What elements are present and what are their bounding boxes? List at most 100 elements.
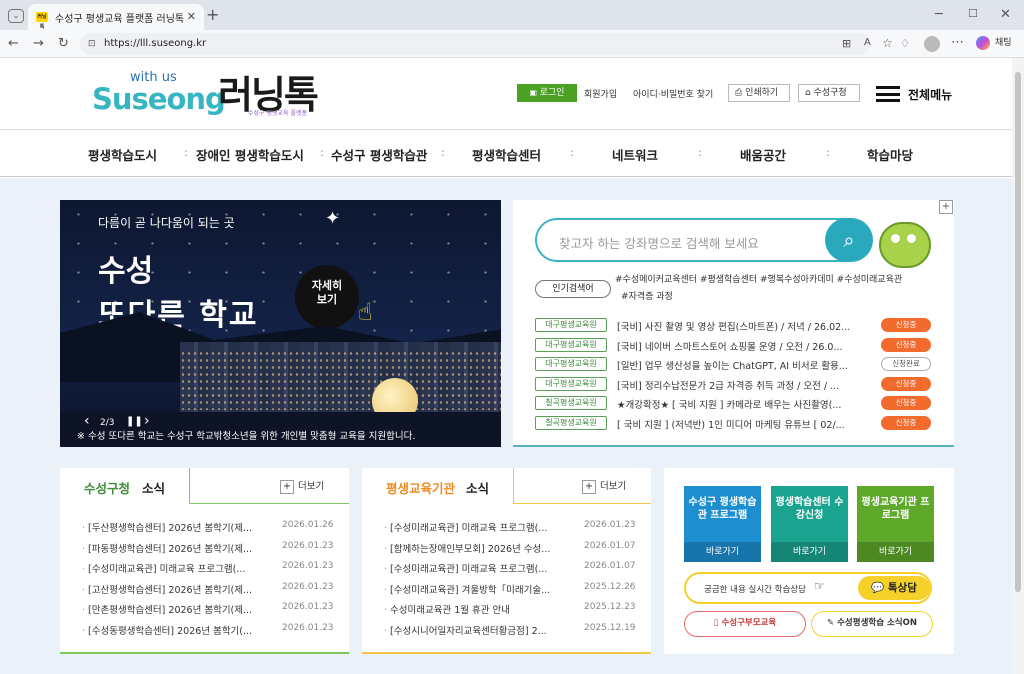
news-item[interactable]: · [수성미래교육관] 미래교육 프로그램(... 2026.01.23 — [82, 561, 342, 575]
quick-link-title: 평생학습센터 수강신청 — [775, 497, 844, 521]
news-org-more[interactable]: + 더보기 — [582, 478, 626, 494]
notifications-icon[interactable]: ♢ — [900, 38, 910, 49]
favorites-icon[interactable]: ☆ — [882, 37, 893, 49]
maximize-icon[interactable]: ☐ — [968, 8, 978, 19]
news-title[interactable]: 수성미래교육관 1월 휴관 안내 — [390, 605, 510, 616]
news-item[interactable]: · [파동평생학습센터] 2026년 봄학기(제... 2026.01.23 — [82, 541, 342, 555]
login-icon: ▣ — [529, 88, 540, 97]
news-title[interactable]: [두산평생학습센터] 2026년 봄학기(제... — [88, 523, 252, 534]
news-title[interactable]: [수성미래교육관] 미래교육 프로그램(... — [88, 564, 245, 575]
nav-item-city[interactable]: 평생학습도시 — [88, 145, 157, 164]
minimize-icon[interactable]: ─ — [935, 8, 943, 21]
search-input[interactable]: 찾고자 하는 강좌명으로 검색해 보세요 — [535, 218, 865, 262]
course-title[interactable]: ★개강확정★ [ 국비 지원 ] 카메라로 배우는 사진촬영(... — [617, 397, 875, 411]
extensions-icon[interactable]: ⊞ — [842, 38, 851, 49]
favicon-icon: 러닝톡 — [36, 12, 48, 30]
nav-item-network[interactable]: 네트워크 — [612, 145, 658, 164]
news-gu-more[interactable]: + 더보기 — [280, 478, 324, 494]
plus-icon: + — [280, 480, 294, 494]
news-item[interactable]: · [두산평생학습센터] 2026년 봄학기(제... 2026.01.26 — [82, 520, 342, 534]
pointer-hand-icon: ☝ — [358, 298, 373, 326]
main-banner[interactable]: ✦ 다름이 곧 나다움이 되는 곳 수성 또다른 학교 자세히 보기 ☝ ‹ 2… — [60, 200, 501, 447]
close-tab-icon[interactable]: ✕ — [187, 10, 196, 23]
browser-tab[interactable]: 러닝톡 수성구 평생교육 플랫폼 러닝톡 ✕ — [28, 4, 204, 30]
kakao-talk-button[interactable]: 💬 톡상담 — [858, 576, 930, 600]
all-menu-button[interactable]: 전체메뉴 — [876, 84, 956, 104]
news-item[interactable]: · [수성미래교육관] 미래교육 프로그램(... 2026.01.23 — [384, 520, 644, 534]
close-window-icon[interactable]: ✕ — [1000, 8, 1011, 21]
reload-icon[interactable]: ↻ — [58, 37, 69, 50]
search-button[interactable]: ⌕ — [825, 218, 873, 262]
news-item[interactable]: · [만촌평생학습센터] 2026년 봄학기(제... 2026.01.23 — [82, 602, 342, 616]
nav-separator: : — [698, 146, 702, 159]
quick-link-button[interactable]: 평생학습센터 수강신청바로가기 — [771, 486, 848, 562]
course-title[interactable]: [국비] 정리수납전문가 2급 자격증 취득 과정 / 오전 / ... — [617, 378, 875, 392]
course-title[interactable]: [국비] 네이버 스마트스토어 쇼핑몰 운영 / 오전 / 26.0... — [617, 339, 875, 353]
news-title[interactable]: [수성미래교육관] 미래교육 프로그램(... — [390, 523, 547, 534]
popular-keywords-2[interactable]: #자격증 과정 — [621, 289, 673, 302]
kakao-consult-bar[interactable]: 궁금한 내용 실시간 학습상담 ☞ 💬 톡상담 — [684, 572, 932, 604]
news-item[interactable]: · [수성미래교육관] 겨울방학「미래기술... 2025.12.26 — [384, 582, 644, 596]
next-slide-icon[interactable]: › — [144, 413, 150, 429]
news-item[interactable]: · 수성미래교육관 1월 휴관 안내 2025.12.23 — [384, 602, 644, 616]
nav-item-madang[interactable]: 학습마당 — [867, 145, 913, 164]
parent-edu-button[interactable]: ▯ 수성구부모교육 — [684, 611, 806, 637]
scrollbar-thumb[interactable] — [1015, 72, 1021, 592]
news-title[interactable]: [수성미래교육관] 미래교육 프로그램(... — [390, 564, 547, 575]
nav-item-learning-center[interactable]: 평생학습센터 — [472, 145, 541, 164]
more-icon[interactable]: ⋯ — [951, 36, 964, 49]
print-icon: ⎙ — [735, 88, 746, 98]
news-item[interactable]: · [수성미래교육관] 미래교육 프로그램(... 2026.01.07 — [384, 561, 644, 575]
news-item[interactable]: · [수성시니어일자리교육센터황금점] 2... 2025.12.19 — [384, 623, 644, 637]
news-gu-more-label: 더보기 — [298, 481, 325, 492]
prev-slide-icon[interactable]: ‹ — [84, 413, 90, 429]
news-title[interactable]: [함께하는장애인부모회] 2026년 수성... — [390, 544, 550, 555]
news-on-button[interactable]: ✎ 수성평생학습 소식ON — [811, 611, 933, 637]
nav-item-disabled-city[interactable]: 장애인 평생학습도시 — [196, 145, 304, 164]
quick-link-button[interactable]: 수성구 평생학습관 프로그램 바로가기 — [684, 486, 761, 562]
find-id-link[interactable]: 아이디·비밀번호 찾기 — [633, 87, 713, 100]
quick-link-go: 바로가기 — [771, 542, 848, 562]
news-title[interactable]: [고산평생학습센터] 2026년 봄학기(제... — [88, 585, 252, 596]
quick-link-title: 수성구 평생학습관 프로그램 — [688, 497, 757, 521]
news-date: 2025.12.23 — [584, 602, 636, 612]
print-button[interactable]: ⎙ 인쇄하기 — [728, 84, 790, 102]
pause-icon[interactable]: ❚❚ — [126, 416, 143, 427]
pencil-icon: ✎ — [827, 618, 838, 628]
forward-icon[interactable]: → — [33, 37, 44, 50]
site-info-icon[interactable]: ⊡ — [88, 33, 96, 55]
panel-expand-icon[interactable]: + — [939, 200, 953, 214]
quick-link-button[interactable]: 평생교육기관 프로그램 바로가기 — [857, 486, 934, 562]
news-item[interactable]: · [함께하는장애인부모회] 2026년 수성... 2026.01.07 — [384, 541, 644, 555]
url-field[interactable]: ⊡ https://lll.suseong.kr — [80, 33, 870, 55]
news-title[interactable]: [수성시니어일자리교육센터황금점] 2... — [390, 626, 547, 637]
course-title[interactable]: [ 국비 지원 ] (저녁반) 1인 미디어 마케팅 유튜브 [ 02/... — [617, 417, 875, 431]
news-title[interactable]: [만촌평생학습센터] 2026년 봄학기(제... — [88, 605, 252, 616]
nav-item-learning-hall[interactable]: 수성구 평생학습관 — [331, 145, 427, 164]
chat-label[interactable]: 채팅 — [995, 39, 1012, 48]
back-icon[interactable]: ← — [8, 37, 19, 50]
read-aloud-icon[interactable]: A — [864, 38, 871, 48]
popular-keywords[interactable]: #수성메이커교육센터 #평생학습센터 #행복수성아카데미 #수성미래교육관 — [615, 272, 902, 285]
news-item[interactable]: · [고산평생학습센터] 2026년 봄학기(제... 2026.01.23 — [82, 582, 342, 596]
news-title[interactable]: [수성동평생학습센터] 2026년 봄학기(... — [88, 626, 252, 637]
course-title[interactable]: [국비] 사진 촬영 및 영상 편집(스마트폰) / 저녁 / 26.02... — [617, 319, 875, 333]
gu-office-label: 수성구청 — [813, 88, 847, 98]
copilot-icon[interactable] — [976, 36, 990, 50]
news-item[interactable]: · [수성동평생학습센터] 2026년 봄학기(... 2026.01.23 — [82, 623, 342, 637]
speech-bubble-icon: 💬 — [871, 582, 888, 594]
news-date: 2025.12.26 — [584, 581, 636, 592]
news-title[interactable]: [파동평생학습센터] 2026년 봄학기(제... — [88, 544, 252, 555]
gu-office-button[interactable]: ⌂ 수성구청 — [798, 84, 860, 102]
login-button[interactable]: ▣ 로그인 — [517, 84, 577, 102]
news-title[interactable]: [수성미래교육관] 겨울방학「미래기술... — [390, 585, 550, 596]
tab-list-icon[interactable]: ⌄ — [8, 9, 24, 23]
new-tab-icon[interactable]: + — [206, 7, 219, 23]
course-title[interactable]: [일반] 업무 생산성을 높이는 ChatGPT, AI 비서로 활용... — [617, 358, 875, 372]
profile-icon[interactable] — [924, 36, 940, 52]
banner-more-button[interactable]: 자세히 보기 — [295, 265, 359, 329]
join-link[interactable]: 회원가입 — [584, 87, 617, 100]
site-logo[interactable]: with us Suseong 러닝톡 수성구 평생교육 플랫폼 — [92, 64, 332, 126]
nav-item-space[interactable]: 배움공간 — [740, 145, 786, 164]
mascot-image — [879, 222, 931, 268]
